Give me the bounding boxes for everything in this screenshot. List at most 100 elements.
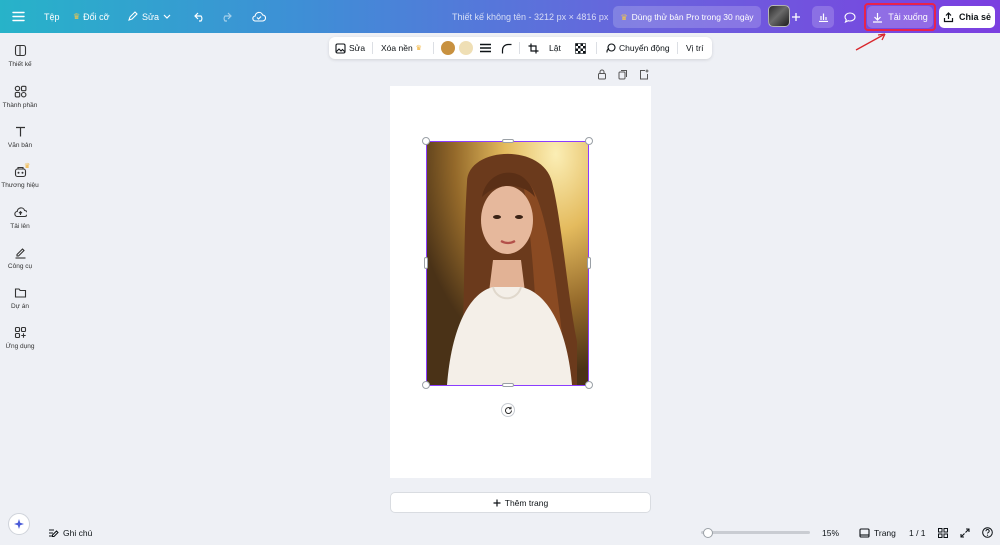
- sidebar-item-label: Tải lên: [10, 223, 30, 230]
- rotate-button[interactable]: [501, 403, 515, 417]
- avatar[interactable]: [768, 5, 790, 27]
- notes-label: Ghi chú: [63, 527, 93, 538]
- sidebar-item-label: Thương hiệu: [1, 182, 39, 189]
- flip-label: Lật: [549, 43, 561, 53]
- sidebar: Thiết kế Thành phần Văn bản ♛ Thương hiệ…: [0, 33, 40, 545]
- zoom-value[interactable]: 15%: [822, 520, 839, 545]
- divider: [372, 42, 373, 54]
- fullscreen-button[interactable]: [960, 520, 970, 545]
- flip-button[interactable]: Lật: [549, 37, 561, 59]
- resize-handle-top-left[interactable]: [422, 137, 430, 145]
- zoom-slider-track[interactable]: [701, 531, 810, 534]
- sidebar-item-brand[interactable]: ♛ Thương hiệu: [0, 163, 40, 189]
- animate-button[interactable]: Chuyển động: [605, 37, 670, 59]
- help-icon: [982, 527, 993, 538]
- comments-button[interactable]: [839, 6, 861, 28]
- share-button[interactable]: Chia sẻ: [939, 6, 995, 28]
- zoom-slider-thumb[interactable]: [702, 528, 713, 538]
- pages-button[interactable]: Trang: [859, 520, 896, 545]
- insights-button[interactable]: [812, 6, 834, 28]
- notes-icon: [49, 529, 59, 537]
- sidebar-item-apps[interactable]: Ứng dụng: [0, 326, 40, 350]
- sidebar-item-label: Công cụ: [7, 263, 33, 270]
- add-page-label: Thêm trang: [504, 497, 549, 508]
- design-title[interactable]: Thiết kế không tên - 3212 px × 4816 px: [452, 0, 608, 33]
- add-page-button[interactable]: Thêm trang: [390, 492, 651, 513]
- sidebar-item-tools[interactable]: Công cụ: [0, 246, 40, 270]
- sidebar-item-label: Dự án: [10, 303, 30, 310]
- remove-background-button[interactable]: Xóa nền ♛: [381, 37, 422, 59]
- help-button[interactable]: [982, 520, 993, 545]
- edit-image-label: Sửa: [349, 43, 366, 53]
- sidebar-item-text[interactable]: Văn bản: [0, 125, 40, 149]
- redo-icon: [223, 12, 232, 22]
- resize-handle-top-right[interactable]: [585, 137, 593, 145]
- border-weight-icon: [480, 43, 491, 53]
- resize-handle-top[interactable]: [502, 139, 514, 143]
- animate-icon: [606, 42, 616, 53]
- page-counter[interactable]: 1 / 1: [909, 520, 926, 545]
- annotation-arrow-icon: [855, 33, 886, 51]
- add-page-icon[interactable]: [639, 69, 649, 80]
- duplicate-icon[interactable]: [618, 69, 628, 80]
- download-highlight-box: [864, 3, 936, 31]
- file-menu[interactable]: Tệp: [44, 0, 60, 33]
- pro-trial-button[interactable]: ♛ Dùng thử bản Pro trong 30 ngày: [613, 6, 761, 28]
- crop-icon: [528, 43, 539, 53]
- comment-icon: [844, 11, 856, 23]
- share-icon: [943, 11, 954, 22]
- shapes-icon: [14, 85, 26, 98]
- position-label: Vị trí: [686, 43, 704, 53]
- sidebar-item-projects[interactable]: Dự án: [0, 286, 40, 310]
- remove-background-label: Xóa nền: [381, 43, 413, 53]
- pages-icon: [859, 527, 870, 538]
- crown-icon: ♛: [24, 163, 31, 170]
- animate-label: Chuyển động: [619, 43, 670, 53]
- sidebar-item-uploads[interactable]: Tải lên: [0, 206, 40, 230]
- edit-mode-dropdown[interactable]: Sửa: [127, 0, 171, 33]
- share-label: Chia sẻ: [958, 12, 991, 22]
- notes-button[interactable]: Ghi chú: [48, 520, 92, 545]
- resize-handle-bottom-left[interactable]: [422, 381, 430, 389]
- corner-radius-icon: [501, 43, 512, 53]
- image-edit-icon: [335, 42, 346, 54]
- color-swatch-primary[interactable]: [441, 41, 455, 55]
- resize-handle-right[interactable]: [587, 257, 591, 269]
- add-collaborator-button[interactable]: [791, 0, 801, 33]
- crown-icon: ♛: [415, 45, 422, 52]
- sidebar-item-design[interactable]: Thiết kế: [0, 44, 40, 68]
- bottom-bar: Ghi chú 15% Trang 1 / 1: [0, 520, 1000, 545]
- cloud-save-button[interactable]: [252, 0, 266, 33]
- corner-rounding-button[interactable]: [501, 37, 512, 59]
- undo-button[interactable]: [194, 0, 206, 33]
- selection-frame: [426, 141, 589, 386]
- page-tools: [597, 69, 649, 80]
- divider: [433, 42, 434, 54]
- menu-button[interactable]: [12, 0, 25, 33]
- resize-button[interactable]: ♛ Đổi cỡ: [73, 0, 110, 33]
- resize-handle-bottom-right[interactable]: [585, 381, 593, 389]
- pencil-icon: [128, 11, 138, 21]
- edit-mode-label: Sửa: [142, 11, 160, 22]
- redo-button[interactable]: [220, 0, 232, 33]
- lock-icon[interactable]: [597, 69, 607, 80]
- bar-chart-icon: [818, 13, 828, 22]
- cloud-check-icon: [252, 11, 266, 22]
- cloud-upload-icon: [13, 207, 27, 218]
- resize-label: Đổi cỡ: [83, 11, 110, 22]
- resize-handle-bottom[interactable]: [502, 383, 514, 387]
- crop-button[interactable]: [528, 37, 539, 59]
- grid-view-button[interactable]: [938, 520, 948, 545]
- border-style-button[interactable]: [480, 37, 491, 59]
- edit-image-button[interactable]: Sửa: [335, 37, 365, 59]
- position-button[interactable]: Vị trí: [686, 37, 703, 59]
- design-title-text: Thiết kế không tên - 3212 px × 4816 px: [452, 11, 609, 22]
- color-swatch-secondary[interactable]: [459, 41, 473, 55]
- sidebar-item-label: Thành phần: [2, 102, 38, 109]
- resize-handle-left[interactable]: [424, 257, 428, 269]
- sidebar-item-label: Văn bản: [7, 142, 33, 149]
- sidebar-item-label: Thiết kế: [8, 61, 32, 68]
- transparency-button[interactable]: [575, 37, 586, 59]
- crown-icon: ♛: [620, 12, 628, 22]
- sidebar-item-elements[interactable]: Thành phần: [0, 85, 40, 109]
